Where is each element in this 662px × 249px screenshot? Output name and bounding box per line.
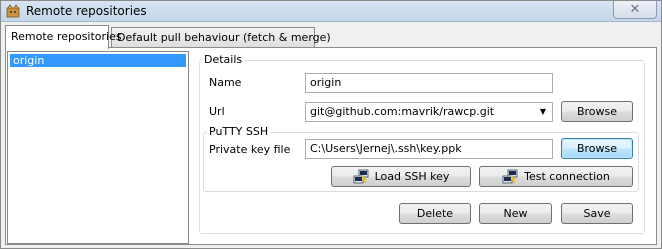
test-connection-label: Test connection [524, 170, 610, 183]
url-browse-button[interactable]: Browse [561, 101, 633, 122]
close-icon: ✕ [629, 2, 641, 17]
load-ssh-key-button[interactable]: Load SSH key [331, 166, 471, 187]
remote-repositories-window: Remote repositories ✕ Remote repositorie… [0, 0, 662, 249]
tab-remote-repositories[interactable]: Remote repositories [5, 25, 122, 49]
save-button[interactable]: Save [561, 203, 633, 224]
remotes-list[interactable]: origin [7, 51, 189, 244]
private-key-value: C:\Users\Jernej\.ssh\key.ppk [310, 142, 462, 155]
putty-icon [502, 169, 518, 183]
window-title: Remote repositories [26, 4, 147, 18]
chevron-down-icon[interactable]: ▼ [536, 105, 550, 119]
name-field[interactable]: origin [305, 73, 553, 93]
putty-legend: PuTTY SSH [207, 125, 271, 138]
tab-label: Remote repositories [11, 30, 122, 43]
load-ssh-key-label: Load SSH key [374, 170, 450, 183]
test-connection-button[interactable]: Test connection [479, 166, 633, 187]
git-extensions-icon [6, 4, 20, 18]
close-button[interactable]: ✕ [613, 1, 657, 19]
details-legend: Details [202, 53, 245, 66]
title-bar: Remote repositories ✕ [1, 1, 661, 22]
private-key-label: Private key file [209, 143, 291, 156]
private-key-browse-button[interactable]: Browse [561, 138, 633, 159]
new-label: New [503, 207, 528, 220]
delete-label: Delete [416, 207, 454, 220]
url-value: git@github.com:mavrik/rawcp.git [310, 105, 495, 118]
browse-label: Browse [576, 105, 618, 118]
browse-label: Browse [576, 142, 618, 155]
name-label: Name [209, 76, 242, 89]
url-combobox[interactable]: git@github.com:mavrik/rawcp.git ▼ [305, 102, 553, 122]
remote-name: origin [13, 54, 45, 67]
tab-default-pull-behaviour[interactable]: Default pull behaviour (fetch & merge) [111, 27, 331, 47]
save-label: Save [583, 207, 611, 220]
tab-label: Default pull behaviour (fetch & merge) [117, 31, 331, 44]
name-value: origin [310, 76, 342, 89]
new-button[interactable]: New [479, 203, 552, 224]
private-key-field[interactable]: C:\Users\Jernej\.ssh\key.ppk [305, 139, 553, 159]
delete-button[interactable]: Delete [399, 203, 471, 224]
putty-icon [353, 169, 368, 183]
url-label: Url [209, 105, 225, 118]
list-item[interactable]: origin [10, 54, 186, 67]
